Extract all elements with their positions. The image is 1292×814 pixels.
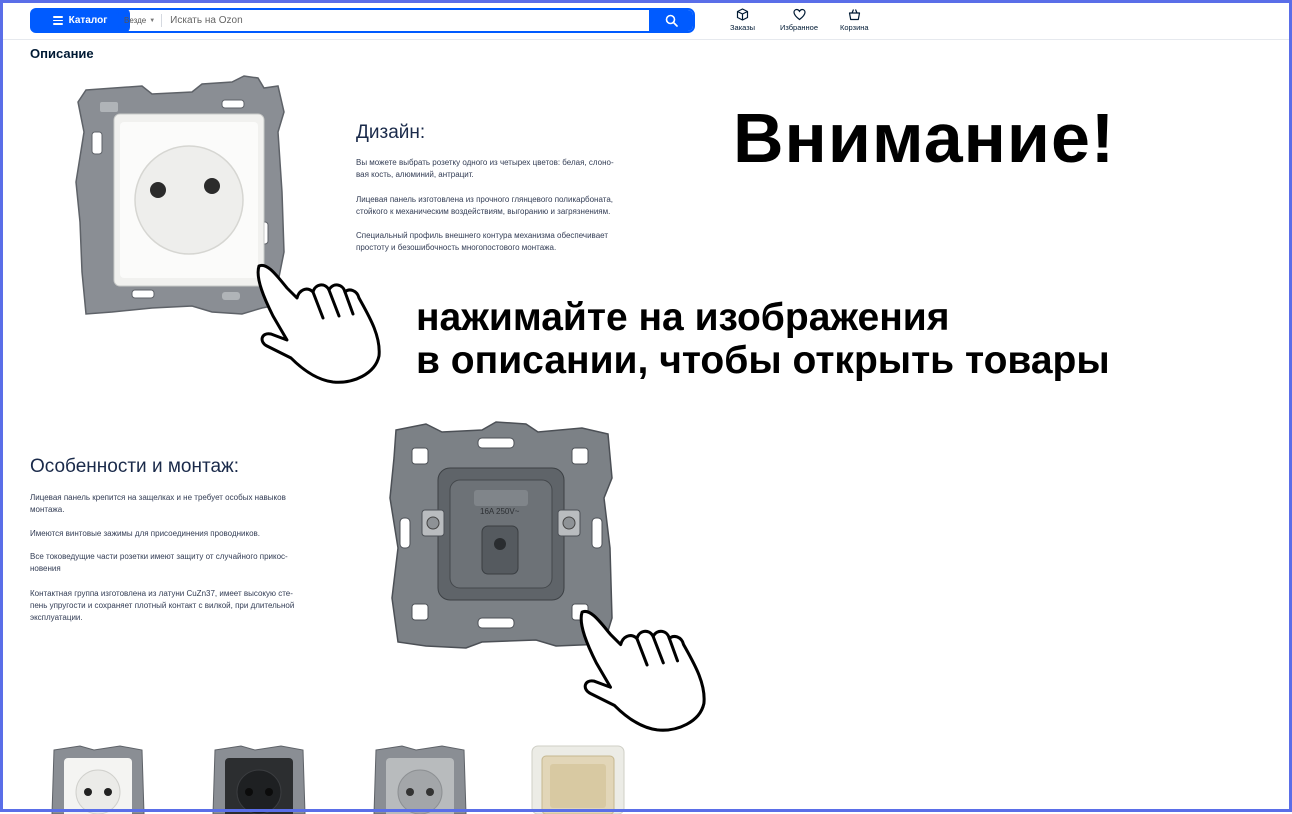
box-icon <box>736 8 749 21</box>
features-paragraph: Имеются винтовые зажимы для присоединени… <box>30 529 261 538</box>
search-bar: Везде ▼ <box>116 8 695 33</box>
menu-icon <box>52 16 63 25</box>
product-thumbnail-aluminium[interactable] <box>372 744 468 814</box>
nav-orders[interactable]: Заказы <box>730 8 755 32</box>
design-paragraph: Специальный профиль внешнего контура мех… <box>356 231 609 252</box>
top-header: Каталог Везде ▼ Заказы Избранное Корзина <box>3 3 1289 40</box>
search-button[interactable] <box>649 10 693 31</box>
instruction-line-2: в описании, чтобы открыть товары <box>416 339 1110 382</box>
mechanism-rating-text: 16A 250V~ <box>480 507 520 516</box>
features-title: Особенности и монтаж: <box>30 456 239 477</box>
catalog-button[interactable]: Каталог <box>30 8 130 33</box>
product-thumbnail-anthracite[interactable] <box>211 744 307 814</box>
design-paragraph: Вы можете выбрать розетку одного из четы… <box>356 158 614 179</box>
product-thumbnail-ivory[interactable] <box>530 744 626 814</box>
nav-cart-label: Корзина <box>840 23 869 32</box>
product-thumbnail-white[interactable] <box>50 744 146 814</box>
catalog-button-label: Каталог <box>68 15 108 26</box>
design-title: Дизайн: <box>356 122 426 143</box>
search-icon <box>665 14 678 27</box>
nav-cart[interactable]: Корзина <box>840 8 869 32</box>
pointing-hand-icon <box>256 263 381 384</box>
design-paragraph: Лицевая панель изготовлена из прочного г… <box>356 195 613 216</box>
basket-icon <box>848 9 860 21</box>
instruction-line-1: нажимайте на изображения <box>416 296 950 339</box>
features-paragraph: Все токоведущие части розетки имеют защи… <box>30 552 288 573</box>
pointing-hand-icon <box>579 609 706 732</box>
nav-favorites-label: Избранное <box>780 23 819 32</box>
nav-favorites[interactable]: Избранное <box>780 8 818 32</box>
search-input[interactable] <box>162 10 649 31</box>
features-paragraph: Лицевая панель крепится на защелках и не… <box>30 493 286 514</box>
search-scope-select[interactable]: Везде ▼ <box>118 14 163 27</box>
description-section-title: Описание <box>30 46 94 61</box>
heart-icon <box>792 8 806 21</box>
search-scope-label: Везде <box>124 16 147 25</box>
nav-orders-label: Заказы <box>730 23 756 32</box>
attention-heading: Внимание! <box>733 99 1116 177</box>
features-paragraph: Контактная группа изготовлена из латуни … <box>30 589 295 622</box>
chevron-down-icon: ▼ <box>149 17 156 24</box>
